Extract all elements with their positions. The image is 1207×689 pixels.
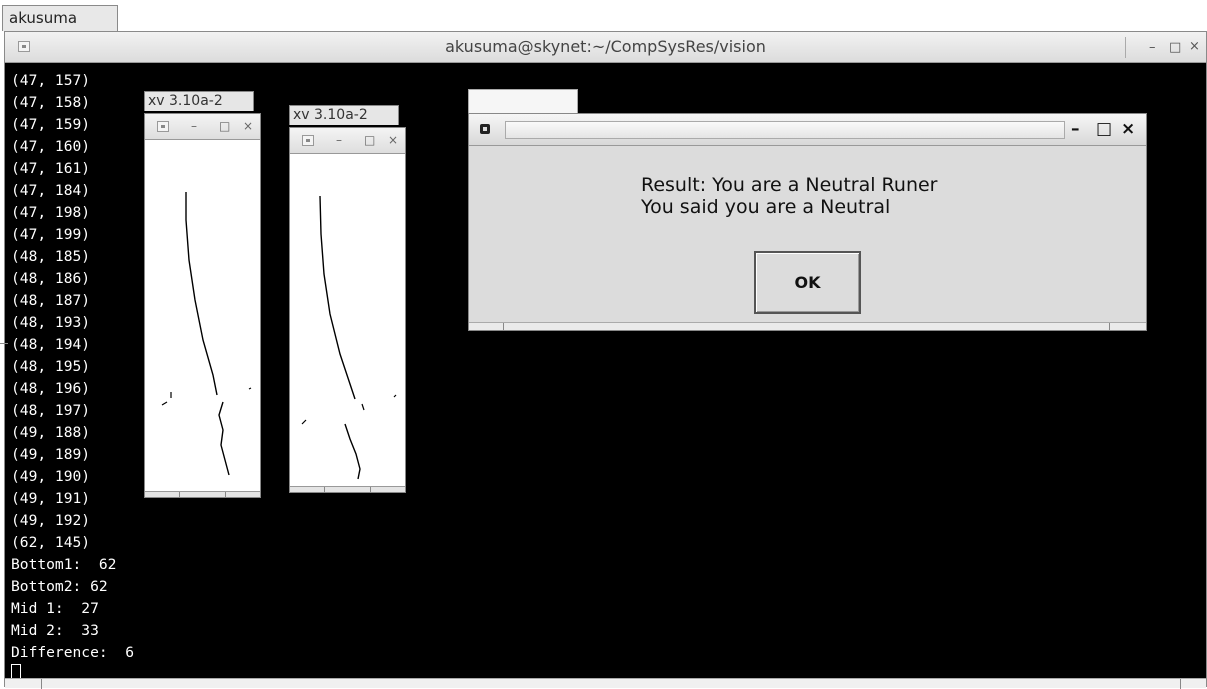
scrollbar-notch [41, 679, 42, 689]
dialog-titlebar[interactable]: – □ × [469, 114, 1146, 146]
terminal-titlebar[interactable]: akusuma@skynet:~/CompSysRes/vision – □ × [5, 32, 1206, 63]
declared-text: You said you are a Neutral [641, 196, 891, 218]
edge-tick [0, 343, 8, 344]
terminal-line: (48, 197) [11, 402, 91, 419]
terminal-line: (48, 193) [11, 314, 91, 331]
terminal-line: (48, 194) [11, 336, 91, 353]
terminal-line: (49, 190) [11, 468, 91, 485]
titlebar-divider [1125, 37, 1126, 58]
terminal-line: (47, 199) [11, 226, 91, 243]
terminal-line: (48, 186) [11, 270, 91, 287]
terminal-line: Mid 2: 33 [11, 622, 99, 639]
terminal-line: (62, 145) [11, 534, 91, 551]
xv-window-2: – □ × [289, 127, 406, 493]
xv-window-1-scrollbar[interactable] [145, 491, 260, 498]
close-icon[interactable]: × [1189, 40, 1200, 54]
terminal-line: (48, 196) [11, 380, 91, 397]
minimize-icon[interactable]: – [191, 120, 197, 132]
dialog-message: Result: You are a Neutral Runer You said … [641, 174, 938, 218]
terminal-line: (47, 161) [11, 160, 91, 177]
scrollbar-notch [1180, 679, 1181, 689]
terminal-line: Bottom2: 62 [11, 578, 108, 595]
window-menu-icon[interactable] [480, 124, 490, 134]
maximize-icon[interactable]: □ [1096, 120, 1112, 138]
edge-trace-image [301, 195, 397, 480]
dialog-title [505, 121, 1065, 139]
terminal-line: (47, 158) [11, 94, 91, 111]
result-dialog: – □ × Result: You are a Neutral Runer You… [468, 113, 1147, 331]
terminal-line: (49, 191) [11, 490, 91, 507]
terminal-line: Bottom1: 62 [11, 556, 117, 573]
minimize-icon[interactable]: – [336, 134, 342, 146]
terminal-line: (47, 157) [11, 72, 91, 89]
terminal-line: Mid 1: 27 [11, 600, 99, 617]
window-menu-icon[interactable] [302, 135, 314, 146]
ok-button[interactable]: OK [754, 251, 861, 314]
xv-window-1-titlebar[interactable]: – □ × [145, 114, 260, 140]
taskbar-tab[interactable]: akusuma [2, 5, 118, 31]
xv-window-2-titlebar[interactable]: – □ × [290, 128, 405, 154]
terminal-title: akusuma@skynet:~/CompSysRes/vision [445, 37, 766, 56]
minimize-icon[interactable]: – [1071, 120, 1080, 138]
xv-window-1: – □ × [144, 113, 261, 498]
terminal-line: Difference: 6 [11, 644, 135, 661]
edge-trace-image [161, 192, 252, 476]
terminal-line: (47, 184) [11, 182, 91, 199]
terminal-lines: (47, 157) (47, 158) (47, 159) (47, 160) … [11, 72, 134, 661]
maximize-icon[interactable]: □ [219, 120, 230, 132]
minimize-icon[interactable]: – [1149, 41, 1156, 55]
terminal-line: (48, 195) [11, 358, 91, 375]
terminal-line: (48, 185) [11, 248, 91, 265]
close-icon[interactable]: × [388, 134, 398, 146]
terminal-line: (47, 159) [11, 116, 91, 133]
result-text: Result: You are a Neutral Runer [641, 174, 938, 196]
maximize-icon[interactable]: □ [364, 134, 375, 146]
terminal-line: (49, 192) [11, 512, 91, 529]
terminal-line: (48, 187) [11, 292, 91, 309]
terminal-line: (49, 189) [11, 446, 91, 463]
maximize-icon[interactable]: □ [1169, 41, 1181, 55]
terminal-line: (47, 160) [11, 138, 91, 155]
xv-window-1-tab[interactable]: xv 3.10a-2 [144, 91, 254, 111]
window-menu-icon[interactable] [157, 121, 169, 132]
xv-window-2-scrollbar[interactable] [290, 486, 405, 493]
close-icon[interactable]: × [1121, 120, 1135, 138]
xv-window-2-tab[interactable]: xv 3.10a-2 [289, 105, 399, 125]
close-icon[interactable]: × [243, 120, 253, 132]
dialog-tab[interactable] [468, 89, 578, 113]
dialog-scrollbar[interactable] [469, 322, 1146, 331]
terminal-line: (47, 198) [11, 204, 91, 221]
terminal-line: (49, 188) [11, 424, 91, 441]
terminal-output[interactable]: (47, 157) (47, 158) (47, 159) (47, 160) … [11, 70, 134, 686]
